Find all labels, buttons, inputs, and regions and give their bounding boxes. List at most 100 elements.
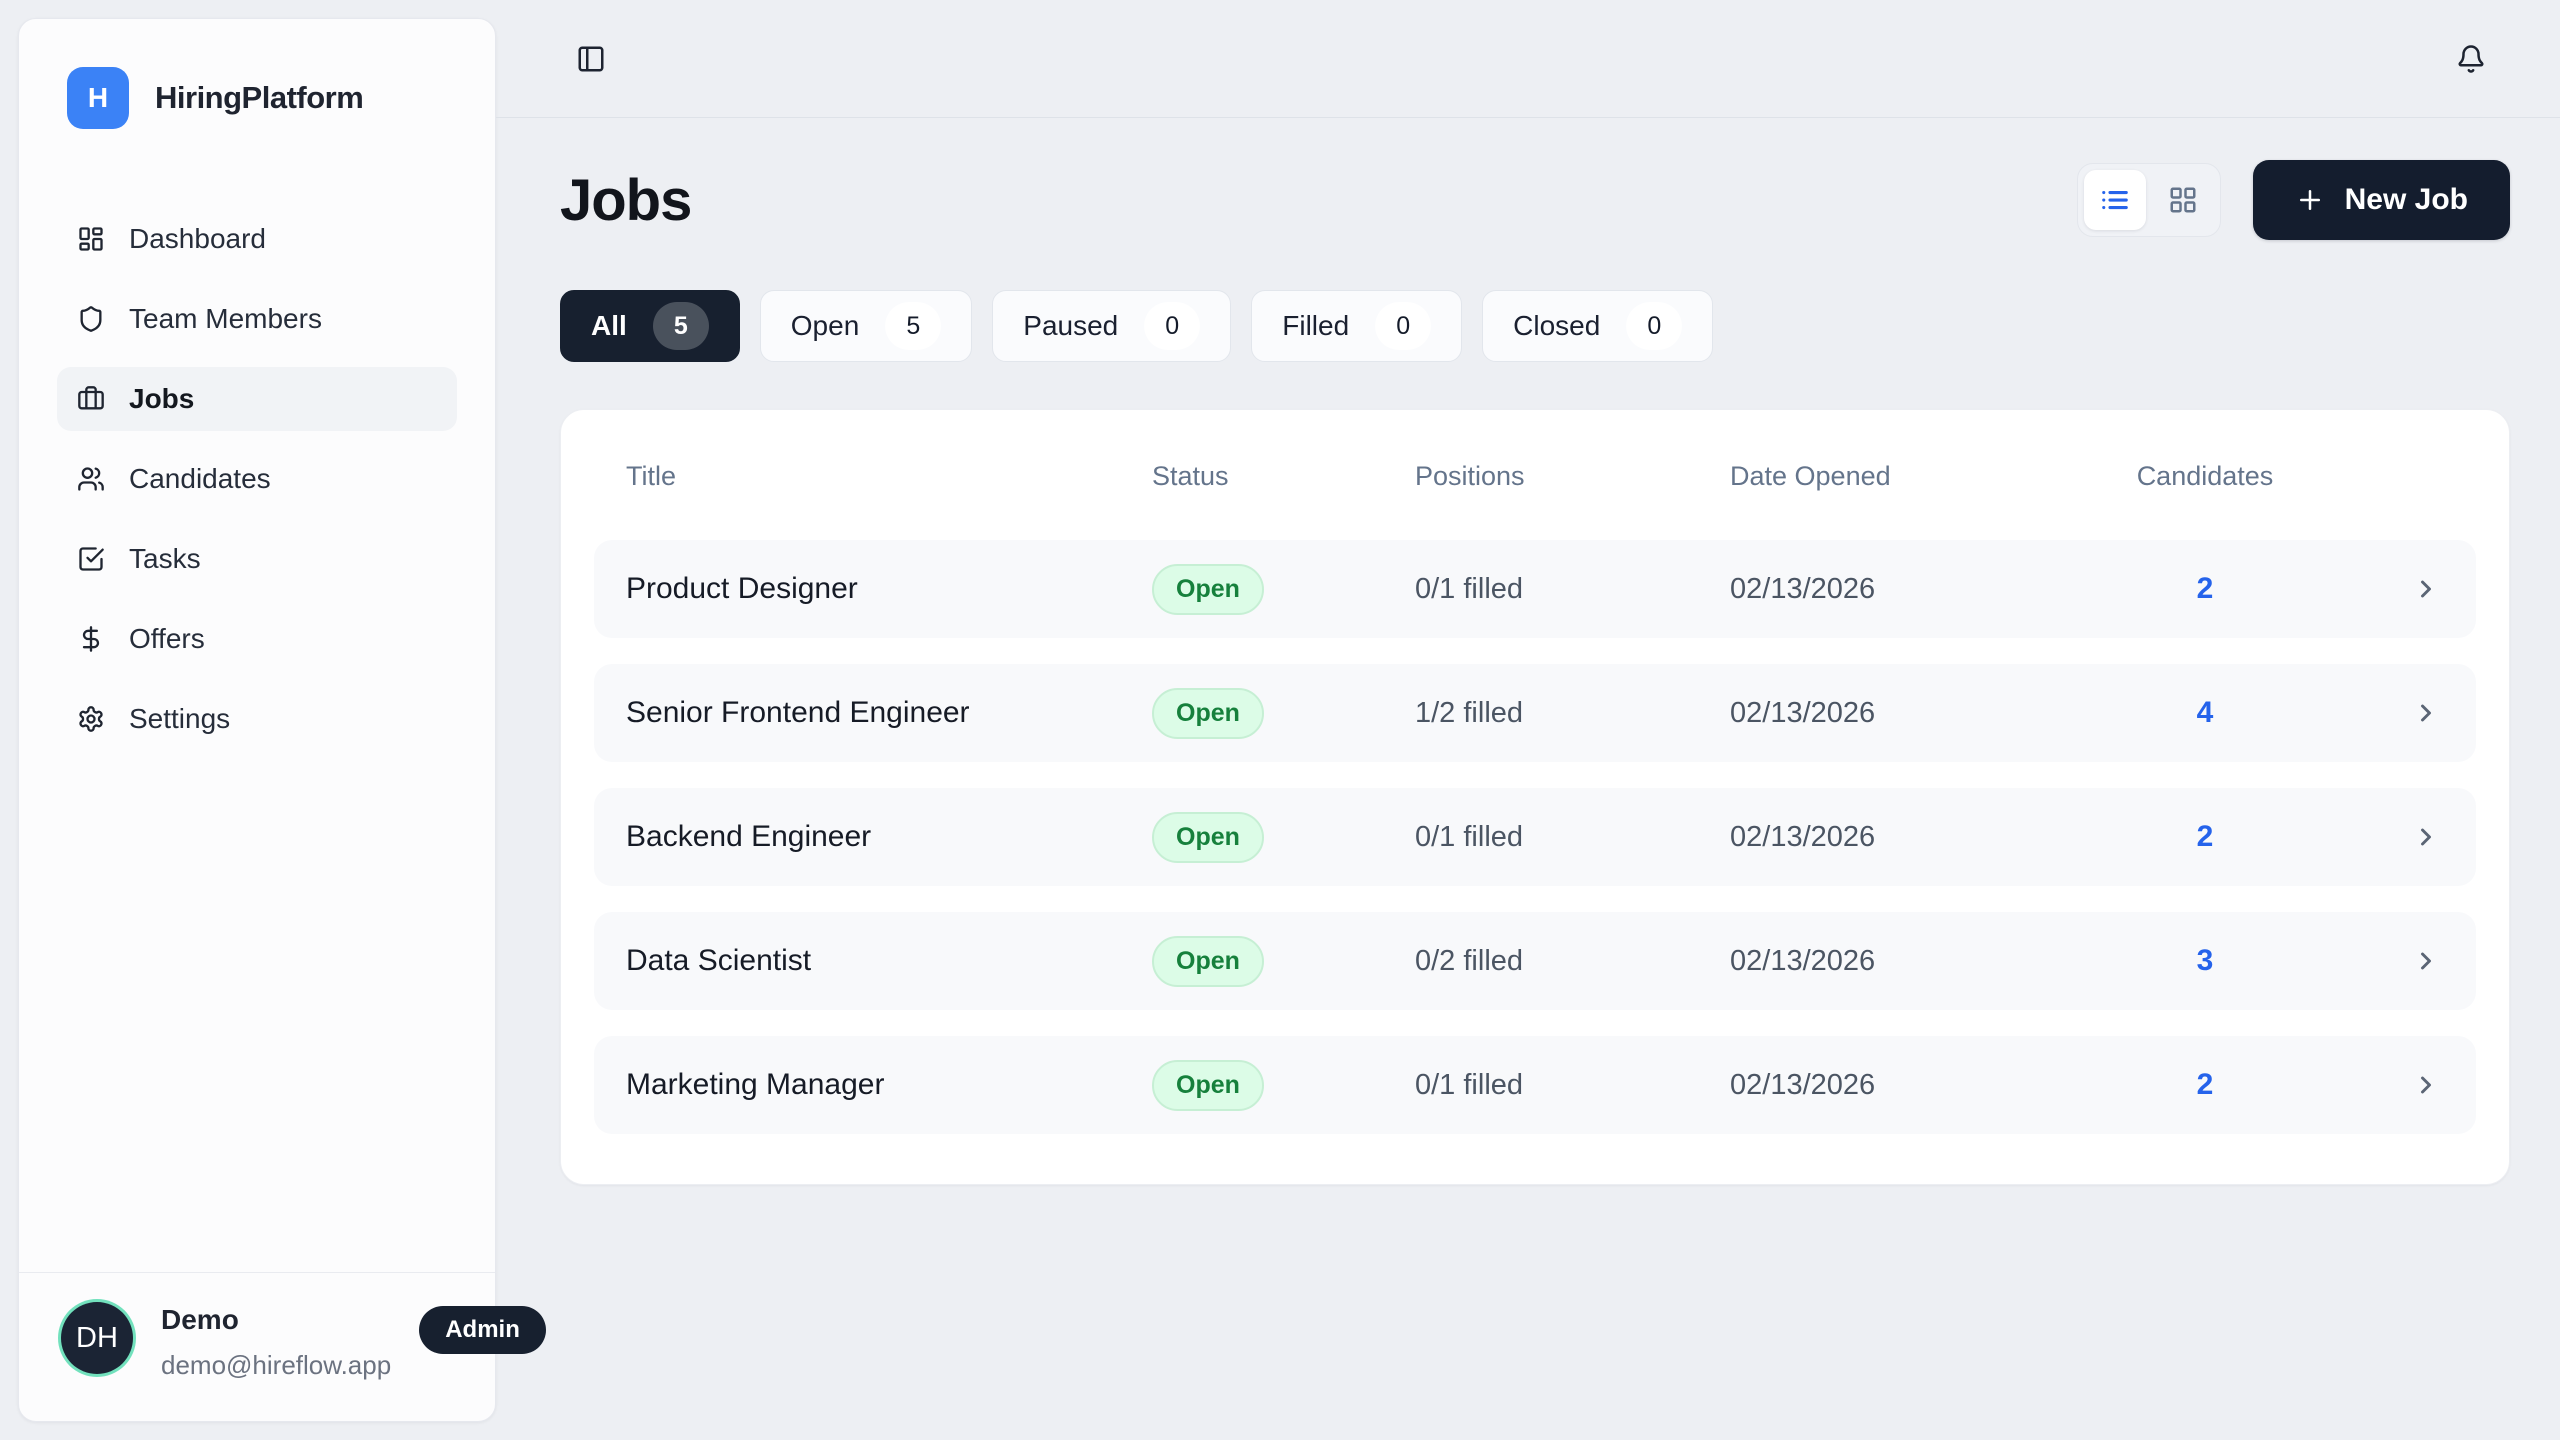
filter-label: Closed (1513, 310, 1600, 342)
date-opened-cell: 02/13/2026 (1730, 697, 2105, 730)
filter-count: 0 (1626, 302, 1682, 350)
main-area: Jobs (496, 0, 2560, 1440)
dashboard-icon (77, 225, 105, 253)
positions-cell: 1/2 filled (1415, 697, 1730, 730)
date-opened-cell: 02/13/2026 (1730, 945, 2105, 978)
filter-label: Open (791, 310, 860, 342)
job-title: Product Designer (626, 572, 1152, 606)
status-badge: Open (1152, 1060, 1264, 1111)
check-square-icon (77, 545, 105, 573)
new-job-label: New Job (2345, 183, 2468, 217)
table-header: Title Status Positions Date Opened Candi… (594, 438, 2476, 514)
brand: H HiringPlatform (19, 19, 495, 129)
sidebar: H HiringPlatform Dashboard Team Members … (18, 18, 496, 1422)
candidates-count-link[interactable]: 2 (2105, 1068, 2305, 1102)
bell-icon (2456, 44, 2486, 74)
filter-tab-all[interactable]: All 5 (560, 290, 740, 362)
grid-view-button[interactable] (2152, 170, 2214, 230)
job-title: Marketing Manager (626, 1068, 1152, 1102)
page-title: Jobs (560, 167, 691, 234)
positions-cell: 0/1 filled (1415, 821, 1730, 854)
filter-count: 5 (885, 302, 941, 350)
page-head: Jobs (560, 160, 2510, 240)
filter-tab-paused[interactable]: Paused 0 (992, 290, 1231, 362)
sidebar-toggle-button[interactable] (568, 36, 614, 82)
candidates-count-link[interactable]: 3 (2105, 944, 2305, 978)
avatar-initials: DH (76, 1322, 118, 1355)
date-opened-cell: 02/13/2026 (1730, 1069, 2105, 1102)
content: Jobs (496, 160, 2560, 1185)
column-header-status: Status (1152, 461, 1415, 492)
brand-initial: H (88, 82, 108, 114)
status-badge: Open (1152, 936, 1264, 987)
brand-logo: H (67, 67, 129, 129)
briefcase-icon (77, 385, 105, 413)
candidates-count-link[interactable]: 2 (2105, 572, 2305, 606)
table-row[interactable]: Marketing Manager Open 0/1 filled 02/13/… (594, 1036, 2476, 1134)
user-email: demo@hireflow.app (161, 1350, 391, 1381)
filter-tabs: All 5 Open 5 Paused 0 Filled 0 Closed 0 (560, 290, 2510, 362)
notifications-button[interactable] (2448, 36, 2494, 82)
positions-cell: 0/2 filled (1415, 945, 1730, 978)
positions-cell: 0/1 filled (1415, 1069, 1730, 1102)
filter-count: 5 (653, 302, 709, 350)
column-header-title: Title (626, 461, 1152, 492)
chevron-right-icon (2305, 1071, 2440, 1099)
sidebar-item-label: Team Members (129, 303, 322, 335)
filter-tab-open[interactable]: Open 5 (760, 290, 973, 362)
sidebar-nav: Dashboard Team Members Jobs Candidates T… (19, 207, 495, 767)
filter-tab-filled[interactable]: Filled 0 (1251, 290, 1462, 362)
job-title: Senior Frontend Engineer (626, 696, 1152, 730)
sidebar-item-team-members[interactable]: Team Members (57, 287, 457, 351)
avatar: DH (61, 1302, 133, 1374)
user-meta: Demo demo@hireflow.app (161, 1298, 391, 1381)
sidebar-item-dashboard[interactable]: Dashboard (57, 207, 457, 271)
chevron-right-icon (2305, 699, 2440, 727)
status-badge: Open (1152, 688, 1264, 739)
filter-count: 0 (1144, 302, 1200, 350)
list-icon (2100, 185, 2130, 215)
filter-tab-closed[interactable]: Closed 0 (1482, 290, 1713, 362)
brand-name: HiringPlatform (155, 80, 363, 116)
list-view-button[interactable] (2084, 170, 2146, 230)
sidebar-item-candidates[interactable]: Candidates (57, 447, 457, 511)
user-profile[interactable]: DH Demo demo@hireflow.app Admin (19, 1272, 495, 1421)
column-header-positions: Positions (1415, 461, 1730, 492)
sidebar-item-label: Dashboard (129, 223, 266, 255)
status-badge: Open (1152, 812, 1264, 863)
user-name: Demo (161, 1304, 391, 1336)
sidebar-item-settings[interactable]: Settings (57, 687, 457, 751)
positions-cell: 0/1 filled (1415, 573, 1730, 606)
users-icon (77, 465, 105, 493)
date-opened-cell: 02/13/2026 (1730, 573, 2105, 606)
plus-icon (2295, 185, 2325, 215)
table-row[interactable]: Backend Engineer Open 0/1 filled 02/13/2… (594, 788, 2476, 886)
sidebar-item-label: Settings (129, 703, 230, 735)
column-header-date-opened: Date Opened (1730, 461, 2105, 492)
table-row[interactable]: Product Designer Open 0/1 filled 02/13/2… (594, 540, 2476, 638)
filter-label: Paused (1023, 310, 1118, 342)
job-title: Data Scientist (626, 944, 1152, 978)
dollar-icon (77, 625, 105, 653)
column-header-candidates: Candidates (2105, 461, 2305, 492)
candidates-count-link[interactable]: 4 (2105, 696, 2305, 730)
candidates-count-link[interactable]: 2 (2105, 820, 2305, 854)
filter-label: Filled (1282, 310, 1349, 342)
grid-icon (2168, 185, 2198, 215)
jobs-table-card: Title Status Positions Date Opened Candi… (560, 409, 2510, 1185)
sidebar-item-jobs[interactable]: Jobs (57, 367, 457, 431)
job-title: Backend Engineer (626, 820, 1152, 854)
new-job-button[interactable]: New Job (2253, 160, 2510, 240)
filter-count: 0 (1375, 302, 1431, 350)
chevron-right-icon (2305, 823, 2440, 851)
table-row[interactable]: Data Scientist Open 0/2 filled 02/13/202… (594, 912, 2476, 1010)
date-opened-cell: 02/13/2026 (1730, 821, 2105, 854)
chevron-right-icon (2305, 947, 2440, 975)
table-row[interactable]: Senior Frontend Engineer Open 1/2 filled… (594, 664, 2476, 762)
gear-icon (77, 705, 105, 733)
sidebar-item-offers[interactable]: Offers (57, 607, 457, 671)
sidebar-item-label: Tasks (129, 543, 201, 575)
sidebar-item-label: Jobs (129, 383, 194, 415)
sidebar-item-tasks[interactable]: Tasks (57, 527, 457, 591)
topbar (496, 0, 2560, 118)
